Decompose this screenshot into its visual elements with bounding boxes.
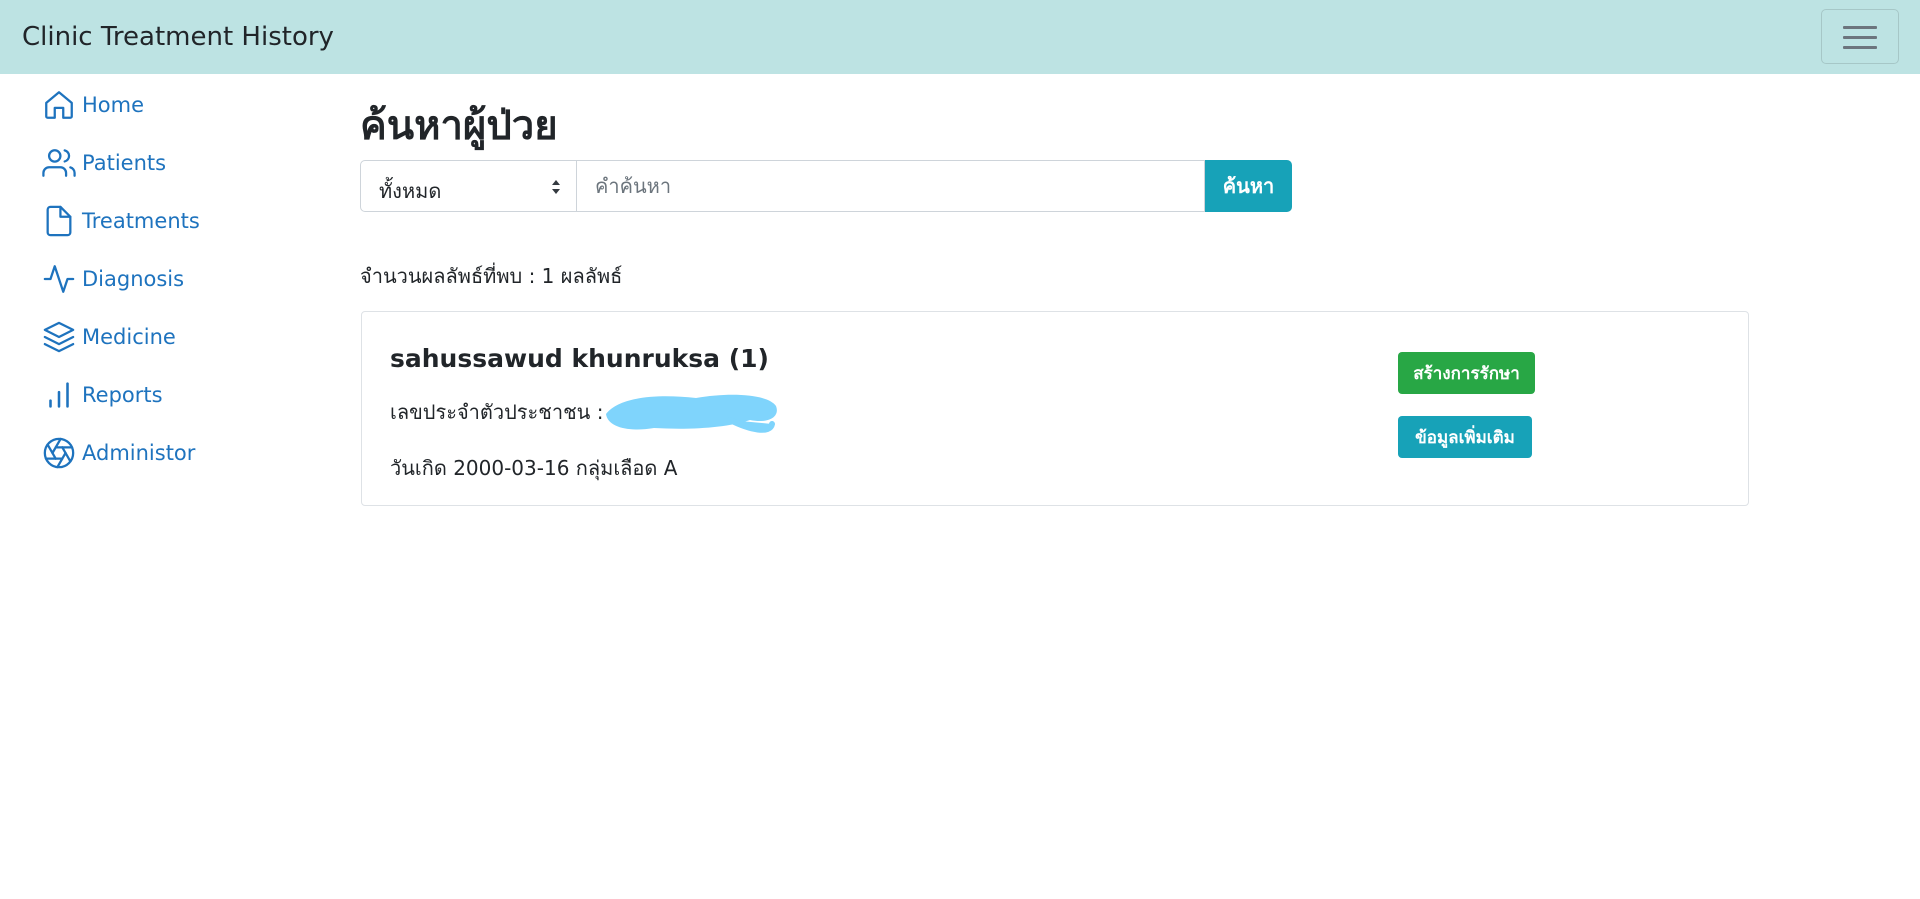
sidebar-item-label: Administor [82, 441, 196, 465]
filter-select-value: ทั้งหมด [379, 179, 442, 203]
sidebar-item-reports[interactable]: Reports [42, 377, 302, 413]
file-icon [46, 205, 72, 237]
users-icon [42, 149, 76, 177]
filter-select[interactable]: ทั้งหมด [360, 160, 577, 212]
menu-toggle-button[interactable] [1821, 9, 1899, 64]
bar-chart-icon [49, 382, 69, 408]
sidebar-item-label: Medicine [82, 325, 176, 349]
sidebar-item-diagnosis[interactable]: Diagnosis [42, 261, 302, 297]
sidebar-item-patients[interactable]: Patients [42, 145, 302, 181]
sidebar-item-label: Home [82, 93, 145, 117]
patient-name: sahussawud khunruksa (1) [390, 344, 769, 373]
sidebar-item-label: Patients [82, 151, 167, 175]
sidebar: Home Patients Treatments Diagnosis Medic… [0, 74, 330, 899]
top-navbar: Clinic Treatment History [0, 0, 1920, 74]
search-bar: ทั้งหมด ค้นหา [360, 160, 1292, 212]
patient-birth-info: วันเกิด 2000-03-16 กลุ่มเลือด A [390, 456, 678, 480]
select-arrows-icon [552, 180, 560, 194]
redaction-scribble [606, 394, 777, 433]
sidebar-item-treatments[interactable]: Treatments [42, 203, 302, 239]
result-count: จำนวนผลลัพธ์ที่พบ : 1 ผลลัพธ์ [360, 264, 623, 288]
home-icon [45, 91, 73, 119]
patient-id-label: เลขประจำตัวประชาชน : [390, 400, 604, 424]
aperture-icon [43, 437, 75, 469]
patient-card: sahussawud khunruksa (1) เลขประจำตัวประช… [361, 311, 1749, 506]
sidebar-item-label: Reports [82, 383, 163, 407]
sidebar-item-home[interactable]: Home [42, 87, 302, 123]
sidebar-item-label: Treatments [82, 209, 200, 233]
layers-icon [43, 321, 75, 353]
activity-icon [43, 265, 75, 293]
sidebar-item-medicine[interactable]: Medicine [42, 319, 302, 355]
app-title[interactable]: Clinic Treatment History [22, 22, 334, 52]
search-button[interactable]: ค้นหา [1205, 160, 1292, 212]
sidebar-item-label: Diagnosis [82, 267, 185, 291]
page-title: ค้นหาผู้ป่วย [360, 103, 558, 149]
sidebar-item-administor[interactable]: Administor [42, 435, 302, 471]
search-input[interactable] [577, 160, 1205, 212]
create-treatment-button[interactable]: สร้างการรักษา [1398, 352, 1535, 394]
more-info-button[interactable]: ข้อมูลเพิ่มเติม [1398, 416, 1532, 458]
